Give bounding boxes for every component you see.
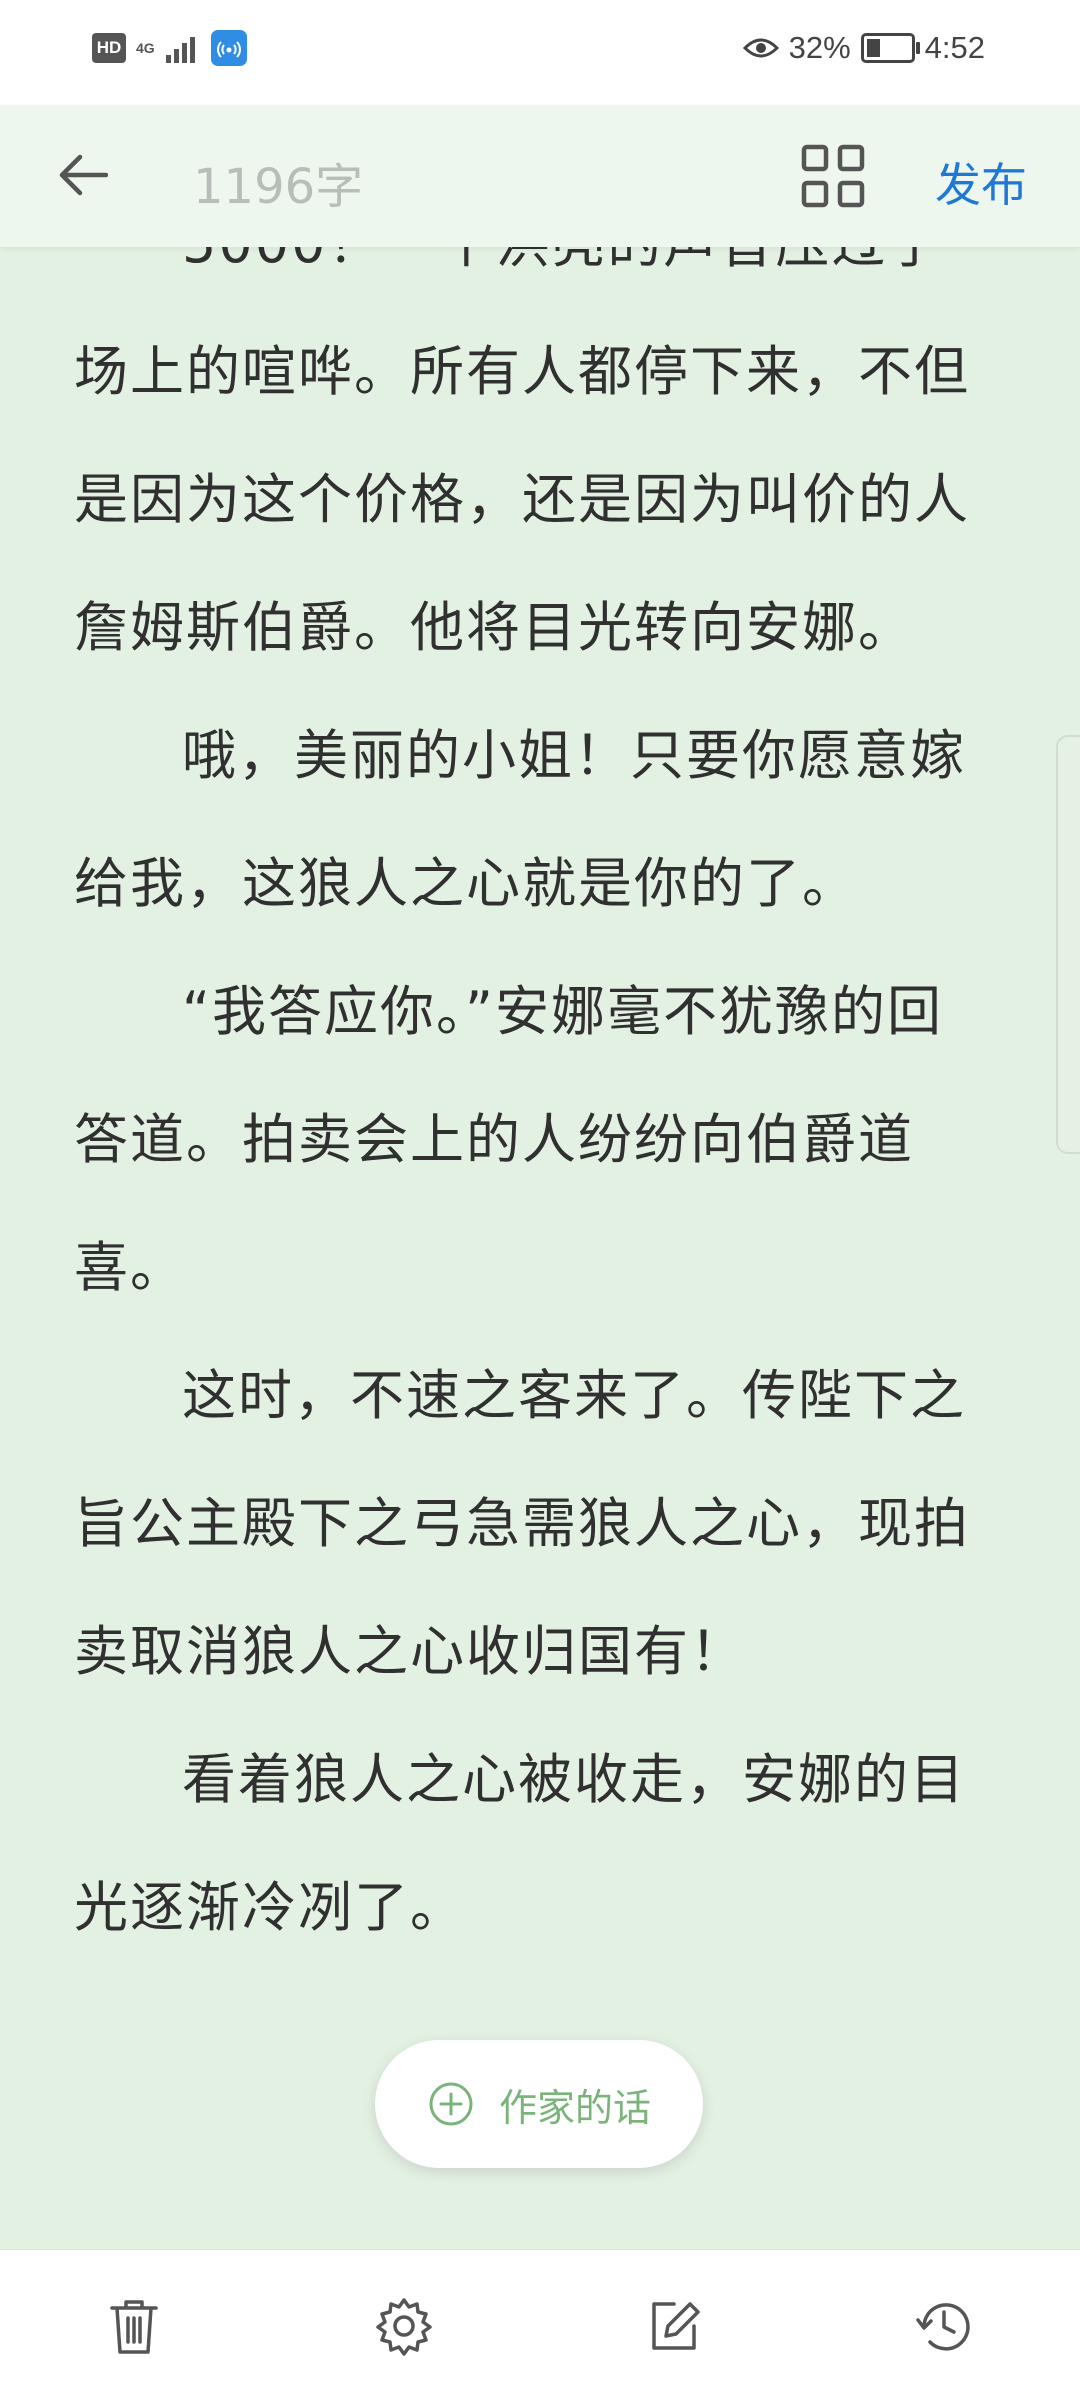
network-type: 4G bbox=[136, 40, 155, 56]
status-bar: HD 4G 32% 4:52 bbox=[0, 0, 1080, 105]
clock: 4:52 bbox=[924, 30, 985, 65]
status-right: 32% 4:52 bbox=[742, 30, 985, 66]
bottom-toolbar bbox=[0, 2249, 1080, 2400]
edit-button[interactable] bbox=[638, 2290, 710, 2362]
delete-button[interactable] bbox=[98, 2290, 170, 2362]
hd-icon: HD bbox=[92, 33, 126, 63]
publish-button[interactable]: 发布 bbox=[935, 149, 1027, 215]
paragraph: 哦，美丽的小姐！只要你愿意嫁给我，这狼人之心就是你的了。 bbox=[74, 724, 966, 915]
back-button[interactable] bbox=[52, 145, 112, 205]
word-count: 1196字 bbox=[193, 159, 364, 215]
history-icon bbox=[916, 2303, 970, 2351]
arrow-left-icon bbox=[59, 154, 108, 196]
author-note-label: 作家的话 bbox=[498, 2085, 651, 2130]
editor-content[interactable]: 5000！一个洪亮的声音压过了场上的喧哗。所有人都停下来，不但是因为这个价格，还… bbox=[74, 180, 982, 1972]
battery-percent: 32% bbox=[788, 30, 851, 65]
eye-icon bbox=[742, 38, 779, 58]
edit-icon bbox=[652, 2302, 700, 2350]
app-header: 1196字 发布 bbox=[0, 105, 1080, 247]
battery-icon bbox=[860, 33, 920, 63]
grid-menu-button[interactable] bbox=[798, 141, 868, 211]
history-button[interactable] bbox=[908, 2290, 980, 2362]
paragraph: “我答应你。”安娜毫不犹豫的回答道。拍卖会上的人纷纷向伯爵道喜。 bbox=[74, 980, 943, 1299]
paragraph: 这时，不速之客来了。传陛下之旨公主殿下之弓急需狼人之心，现拍卖取消狼人之心收归国… bbox=[74, 1364, 970, 1683]
author-note-button[interactable]: 作家的话 bbox=[375, 2040, 703, 2168]
signal-icon bbox=[166, 33, 195, 63]
add-circle-icon bbox=[429, 2082, 473, 2126]
scroll-handle[interactable] bbox=[1056, 735, 1080, 1154]
status-left: HD 4G bbox=[92, 30, 247, 66]
grid-icon bbox=[801, 144, 865, 208]
paragraph: 5000！一个洪亮的声音压过了场上的喧哗。所有人都停下来，不但是因为这个价格，还… bbox=[74, 212, 970, 659]
paragraph: 看着狼人之心被收走，安娜的目光逐渐冷冽了。 bbox=[74, 1748, 966, 1939]
gear-icon bbox=[376, 2298, 432, 2356]
wifi-hotspot-icon bbox=[211, 30, 247, 66]
trash-icon bbox=[110, 2300, 158, 2354]
settings-button[interactable] bbox=[368, 2290, 440, 2362]
